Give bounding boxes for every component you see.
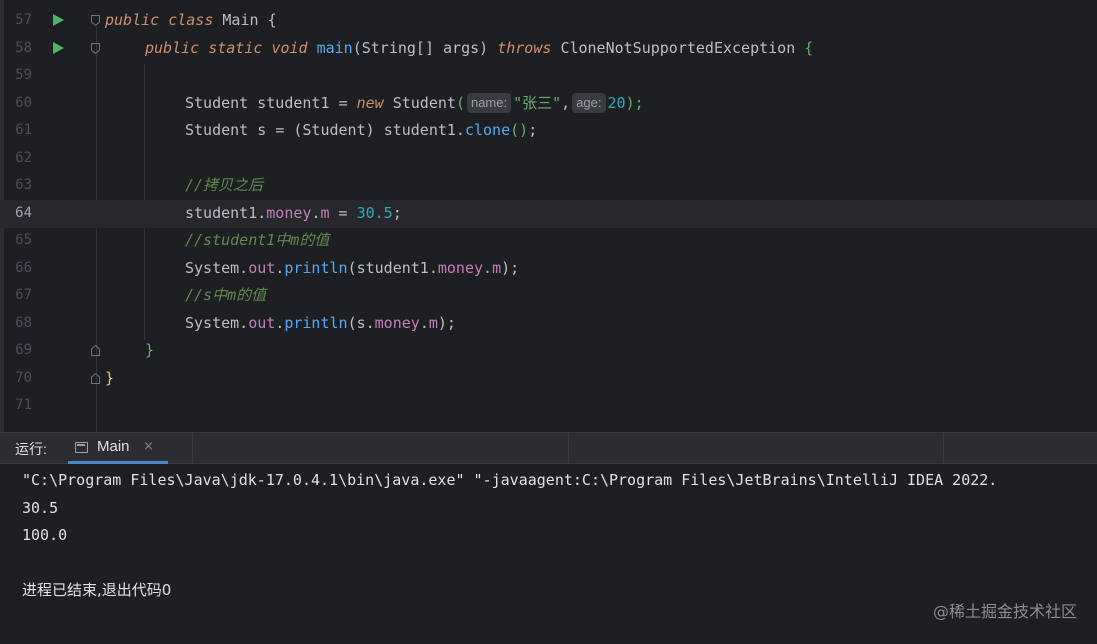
line-number: 69 [15, 342, 32, 358]
code-text: } [145, 341, 155, 359]
line-number: 65 [15, 232, 32, 248]
run-gutter-icon[interactable] [53, 42, 64, 54]
line-number: 62 [15, 150, 32, 166]
code-text: System.out.println(student1.money.m); [185, 259, 520, 277]
code-comment: //拷贝之后 [185, 176, 264, 194]
code-text: public static void main(String[] args) t… [145, 39, 814, 57]
code-line-63[interactable]: 63 //拷贝之后 [0, 172, 1097, 200]
fold-close-icon[interactable] [91, 345, 100, 356]
code-editor[interactable]: 57 public class Main { 58 public static … [0, 0, 1097, 432]
code-line-70[interactable]: 70 } [0, 365, 1097, 393]
header-divider [943, 433, 944, 463]
line-number: 61 [15, 122, 32, 138]
run-tool-window[interactable]: 运行: Main × "C:\Program Files\Java\jdk-17… [0, 432, 1097, 644]
code-line-67[interactable]: 67 //s中m的值 [0, 282, 1097, 310]
code-line-58[interactable]: 58 public static void main(String[] args… [0, 35, 1097, 63]
line-number: 71 [15, 397, 32, 413]
line-number: 59 [15, 67, 32, 83]
tab-active-indicator [68, 461, 168, 464]
code-text: } [105, 369, 115, 387]
code-line-62[interactable]: 62 [0, 145, 1097, 173]
code-line-66[interactable]: 66 System.out.println(student1.money.m); [0, 255, 1097, 283]
line-number: 64 [15, 205, 32, 221]
fold-close-icon[interactable] [91, 373, 100, 384]
console-line: 30.5 [22, 498, 59, 517]
console-icon [75, 442, 88, 453]
line-number: 66 [15, 260, 32, 276]
console-output[interactable]: "C:\Program Files\Java\jdk-17.0.4.1\bin\… [22, 467, 1097, 605]
code-line-69[interactable]: 69 } [0, 337, 1097, 365]
code-line-57[interactable]: 57 public class Main { [0, 7, 1097, 35]
header-divider [568, 433, 569, 463]
code-comment: //student1中m的值 [185, 231, 330, 249]
code-text: Student student1 = new Student(name: "张三"… [185, 93, 644, 113]
code-text: student1.money.m = 30.5; [185, 204, 402, 222]
run-tool-header: 运行: Main × [0, 433, 1097, 464]
console-line: "C:\Program Files\Java\jdk-17.0.4.1\bin\… [22, 471, 998, 489]
tab-label: Main [97, 438, 130, 455]
code-line-61[interactable]: 61 Student s = (Student) student1.clone(… [0, 117, 1097, 145]
code-line-59[interactable]: 59 [0, 62, 1097, 90]
fold-open-icon[interactable] [91, 15, 100, 26]
fold-open-icon[interactable] [91, 43, 100, 54]
line-number: 58 [15, 40, 32, 56]
watermark: @稀土掘金技术社区 [932, 602, 1077, 621]
code-text: public class Main { [105, 11, 277, 29]
parameter-hint-age: age: [572, 93, 606, 113]
line-number: 70 [15, 370, 32, 386]
run-gutter-icon[interactable] [53, 14, 64, 26]
code-comment: //s中m的值 [185, 286, 267, 304]
code-line-71[interactable]: 71 [0, 392, 1097, 420]
code-line-60[interactable]: 60 Student student1 = new Student(name: "… [0, 90, 1097, 118]
console-line: 100.0 [22, 526, 68, 544]
code-line-64[interactable]: 64 student1.money.m = 30.5; [0, 200, 1097, 228]
code-line-65[interactable]: 65 //student1中m的值 [0, 227, 1097, 255]
close-icon[interactable]: × [143, 439, 154, 454]
line-number: 60 [15, 95, 32, 111]
code-line-68[interactable]: 68 System.out.println(s.money.m); [0, 310, 1097, 338]
run-label: 运行: [15, 441, 47, 457]
parameter-hint-name: name: [466, 93, 512, 113]
line-number: 68 [15, 315, 32, 331]
tab-main[interactable]: Main × [64, 433, 193, 464]
line-number: 57 [15, 12, 32, 28]
code-text: Student s = (Student) student1.clone(); [185, 121, 538, 139]
code-text: System.out.println(s.money.m); [185, 314, 456, 332]
line-number: 67 [15, 287, 32, 303]
line-number: 63 [15, 177, 32, 193]
